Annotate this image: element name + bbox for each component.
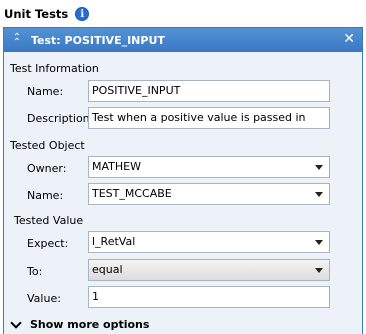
show-more-label: Show more options xyxy=(30,318,150,331)
expect-label: Expect: xyxy=(27,237,69,250)
chevron-down-icon xyxy=(315,165,323,170)
chevron-down-icon xyxy=(315,268,323,273)
chevron-down-icon xyxy=(315,192,323,197)
chevron-down-icon xyxy=(315,240,323,245)
test-name-input[interactable]: POSITIVE_INPUT xyxy=(88,80,330,102)
owner-select[interactable]: MATHEW xyxy=(88,156,330,178)
test-panel: ⌃ ⌃ Test: POSITIVE_INPUT ✕ Test Informati… xyxy=(3,27,363,334)
section-tested-value: Tested Value xyxy=(14,214,84,227)
description-label: Description: xyxy=(27,112,94,125)
show-more-options-toggle[interactable]: Show more options xyxy=(10,316,150,331)
name-label: Name: xyxy=(27,85,64,98)
panel-titlebar: ⌃ ⌃ Test: POSITIVE_INPUT ✕ xyxy=(4,28,362,52)
owner-selected-value: MATHEW xyxy=(92,160,141,173)
section-test-information: Test Information xyxy=(10,62,99,75)
header-title: Unit Tests xyxy=(4,7,69,21)
to-select[interactable]: equal xyxy=(88,259,330,281)
value-input[interactable]: 1 xyxy=(88,286,330,308)
info-icon[interactable]: i xyxy=(75,7,90,21)
expect-select[interactable]: l_RetVal xyxy=(88,231,330,253)
to-label: To: xyxy=(27,265,43,278)
owner-label: Owner: xyxy=(27,162,67,175)
object-name-label: Name: xyxy=(27,189,64,202)
to-selected-value: equal xyxy=(92,263,123,276)
chevron-down-icon xyxy=(10,316,22,329)
section-tested-object: Tested Object xyxy=(10,139,85,152)
object-name-select[interactable]: TEST_MCCABE xyxy=(88,183,330,205)
expect-selected-value: l_RetVal xyxy=(92,235,136,248)
description-input[interactable]: Test when a positive value is passed in xyxy=(88,107,330,129)
panel-title: Test: POSITIVE_INPUT xyxy=(31,33,165,47)
close-icon[interactable]: ✕ xyxy=(343,31,355,47)
collapse-icon[interactable]: ⌃ ⌃ xyxy=(11,33,23,48)
value-label: Value: xyxy=(27,292,61,305)
object-name-selected-value: TEST_MCCABE xyxy=(92,187,172,200)
unit-tests-header: Unit Tests i xyxy=(4,5,90,23)
